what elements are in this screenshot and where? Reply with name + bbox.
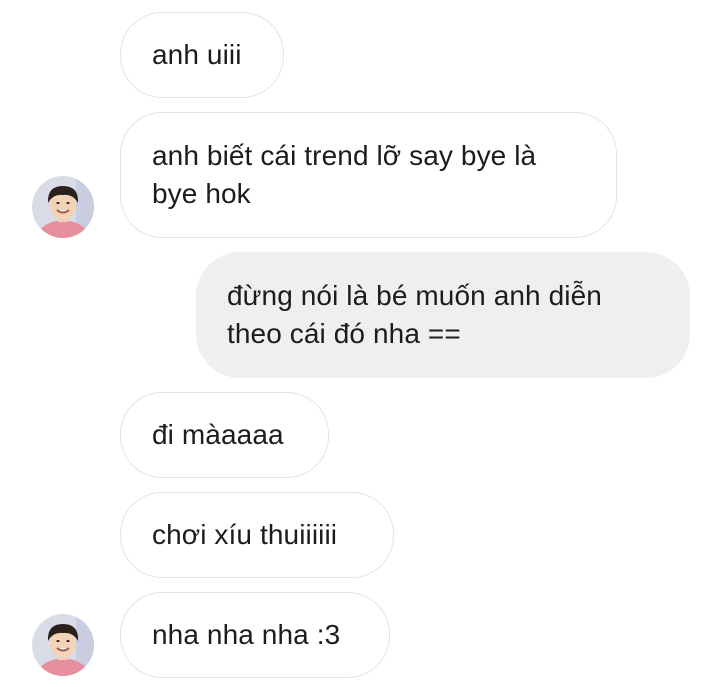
message-bubble-received[interactable]: anh biết cái trend lỡ say bye là bye hok <box>120 112 617 238</box>
message-text: chơi xíu thuiiiiii <box>152 519 338 550</box>
avatar-photo-icon <box>32 176 94 238</box>
message-bubble-received[interactable]: chơi xíu thuiiiiii <box>120 492 394 578</box>
message-bubble-received[interactable]: nha nha nha :3 <box>120 592 390 678</box>
message-text: nha nha nha :3 <box>152 619 341 650</box>
message-text: anh uiii <box>152 39 242 70</box>
message-bubble-received[interactable]: đi màaaaa <box>120 392 329 478</box>
contact-avatar[interactable] <box>32 614 94 676</box>
contact-avatar[interactable] <box>32 176 94 238</box>
message-text: đừng nói là bé muốn anh diễn theo cái đó… <box>227 280 602 349</box>
message-text: anh biết cái trend lỡ say bye là bye hok <box>152 140 537 209</box>
message-bubble-sent[interactable]: đừng nói là bé muốn anh diễn theo cái đó… <box>196 252 690 378</box>
message-bubble-received[interactable]: anh uiii <box>120 12 284 98</box>
avatar-photo-icon <box>32 614 94 676</box>
message-text: đi màaaaa <box>152 419 284 450</box>
